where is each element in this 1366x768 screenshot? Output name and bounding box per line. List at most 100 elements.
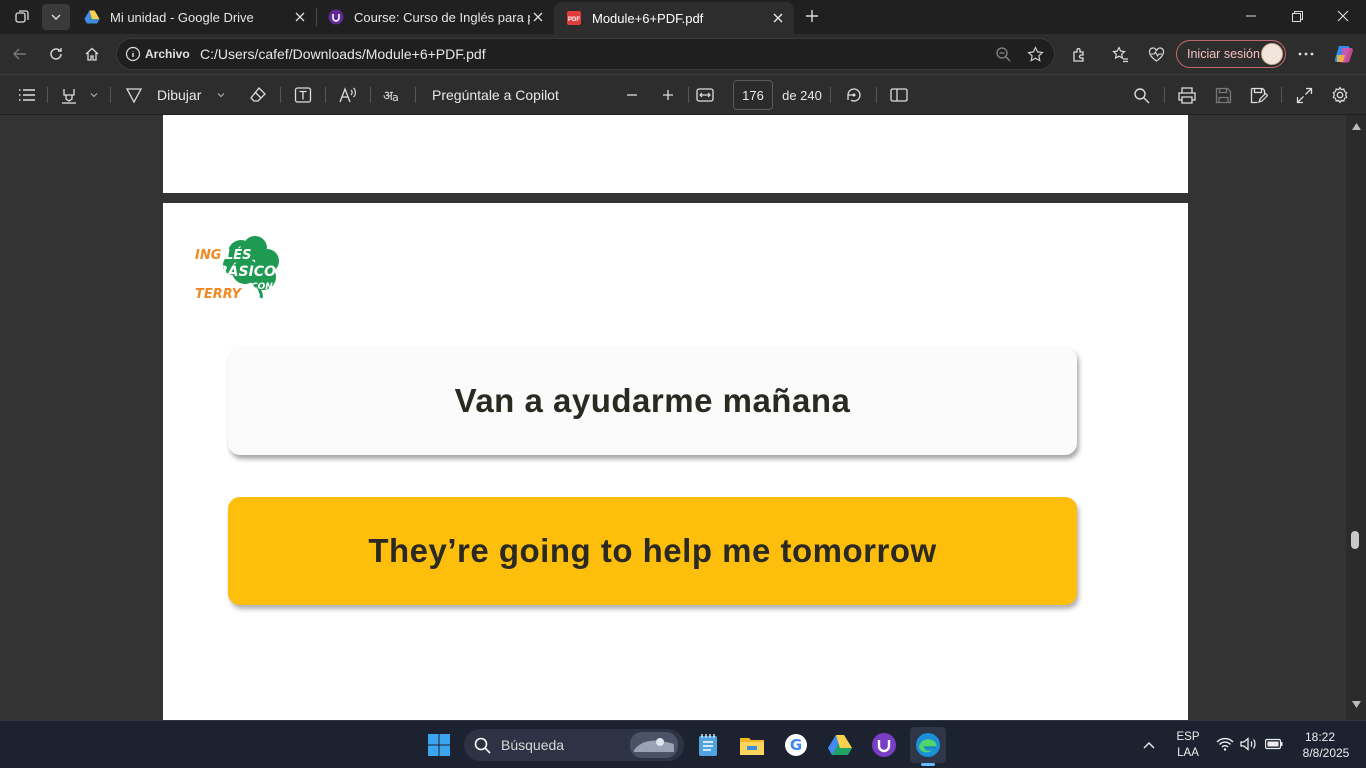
notepad-icon[interactable] xyxy=(690,727,726,763)
page-view-icon[interactable] xyxy=(887,81,911,109)
toolbar-divider xyxy=(688,87,689,103)
zoom-plus-icon[interactable] xyxy=(656,81,680,109)
vertical-scrollbar[interactable] xyxy=(1346,115,1366,720)
copilot-icon[interactable] xyxy=(1328,38,1360,70)
svg-text:a: a xyxy=(392,91,399,104)
udemy-app-icon[interactable] xyxy=(866,727,902,763)
svg-text:BÁSICO: BÁSICO xyxy=(217,263,276,280)
google-drive-icon[interactable] xyxy=(822,727,858,763)
url-text[interactable]: C:/Users/cafef/Downloads/Module+6+PDF.pd… xyxy=(200,46,486,62)
avatar xyxy=(1261,43,1283,65)
new-tab-plus-icon[interactable] xyxy=(800,4,824,28)
settings-gear-icon[interactable] xyxy=(1328,81,1352,109)
translate-icon[interactable]: अa xyxy=(381,81,405,109)
fullscreen-icon[interactable] xyxy=(1292,81,1316,109)
search-highlight-icon xyxy=(630,732,678,758)
close-tab-icon[interactable] xyxy=(530,9,546,25)
toolbar-divider xyxy=(1164,87,1165,103)
input-language-bottom[interactable]: LAA xyxy=(1172,747,1204,759)
search-icon xyxy=(474,737,491,754)
read-aloud-icon[interactable] xyxy=(336,81,360,109)
tab-label: Mi unidad - Google Drive xyxy=(110,9,254,25)
minimize-icon[interactable] xyxy=(1228,0,1274,32)
google-drive-icon xyxy=(84,10,100,24)
toolbar-divider xyxy=(110,87,111,103)
draw-label: Dibujar xyxy=(157,87,202,103)
highlight-icon[interactable] xyxy=(56,81,82,109)
tab-udemy-course[interactable]: Course: Curso de Inglés para principiant… xyxy=(316,2,554,32)
pdf-viewer[interactable]: ING LÉS BÁSICO CON TERRY Van a ayudarme … xyxy=(0,115,1366,720)
svg-text:PDF: PDF xyxy=(568,17,580,23)
eraser-icon[interactable] xyxy=(246,81,270,109)
more-options-icon[interactable] xyxy=(1290,38,1322,70)
english-sentence-card: They’re going to help me tomorrow xyxy=(228,497,1077,605)
address-bar[interactable]: Archivo C:/Users/cafef/Downloads/Module+… xyxy=(116,38,1055,70)
show-hidden-icons-chevron-icon[interactable] xyxy=(1134,727,1164,763)
browser-essentials-heart-icon[interactable] xyxy=(1140,38,1172,70)
scroll-down-arrow-icon[interactable] xyxy=(1352,701,1361,708)
tab-google-drive[interactable]: Mi unidad - Google Drive xyxy=(72,2,316,32)
search-placeholder: Búsqueda xyxy=(501,737,565,753)
active-app-indicator xyxy=(921,763,935,766)
toolbar-divider xyxy=(830,87,831,103)
draw-button[interactable]: Dibujar xyxy=(124,81,214,109)
wifi-icon[interactable] xyxy=(1216,737,1234,751)
tab-strip: Mi unidad - Google Drive Course: Curso d… xyxy=(0,0,1366,34)
add-text-icon[interactable] xyxy=(291,81,315,109)
extensions-puzzle-icon[interactable] xyxy=(1063,38,1095,70)
tab-actions-chevron-icon[interactable] xyxy=(42,4,70,30)
save-icon[interactable] xyxy=(1211,81,1235,109)
signin-button[interactable]: Iniciar sesión xyxy=(1176,40,1286,68)
restore-icon[interactable] xyxy=(1274,0,1320,32)
tab-label: Module+6+PDF.pdf xyxy=(592,10,704,26)
draw-dropdown-chevron-icon[interactable] xyxy=(213,81,229,109)
zoom-minus-icon[interactable] xyxy=(620,81,644,109)
battery-icon[interactable] xyxy=(1265,738,1283,750)
scroll-up-arrow-icon[interactable] xyxy=(1352,123,1361,130)
favorite-star-icon[interactable] xyxy=(1027,46,1044,63)
close-tab-icon[interactable] xyxy=(292,9,308,25)
pdf-icon: PDF xyxy=(567,11,581,25)
highlight-dropdown-chevron-icon[interactable] xyxy=(86,81,102,109)
back-arrow-icon[interactable] xyxy=(4,38,36,70)
page-number-input[interactable]: 176 xyxy=(733,80,773,110)
fit-to-width-icon[interactable] xyxy=(692,81,718,109)
favorites-icon[interactable] xyxy=(1104,38,1136,70)
file-explorer-icon[interactable] xyxy=(734,727,770,763)
microsoft-edge-icon[interactable] xyxy=(910,727,946,763)
ask-copilot-button[interactable]: Pregúntale a Copilot xyxy=(432,81,572,109)
clock-date[interactable]: 8/8/2025 xyxy=(1290,746,1362,760)
udemy-icon xyxy=(328,9,344,25)
ask-copilot-label: Pregúntale a Copilot xyxy=(432,87,559,103)
volume-icon[interactable] xyxy=(1240,737,1258,751)
tab-pdf-module[interactable]: PDF Module+6+PDF.pdf xyxy=(554,2,794,34)
rotate-icon[interactable] xyxy=(842,81,866,109)
zoom-out-icon[interactable] xyxy=(995,46,1011,62)
google-chrome-icon[interactable]: G xyxy=(778,727,814,763)
windows-start-icon[interactable] xyxy=(421,727,457,763)
refresh-icon[interactable] xyxy=(40,38,72,70)
close-window-icon[interactable] xyxy=(1320,0,1366,32)
spanish-sentence: Van a ayudarme mañana xyxy=(454,382,851,419)
contents-list-icon[interactable] xyxy=(14,81,40,109)
windows-taskbar: Búsqueda G ESP LAA 18:22 8/8/2025 xyxy=(0,720,1366,768)
close-tab-icon[interactable] xyxy=(770,10,786,26)
info-icon[interactable] xyxy=(125,46,141,62)
toolbar-divider xyxy=(876,87,877,103)
page-total: de 240 xyxy=(782,87,822,103)
navigation-bar: Archivo C:/Users/cafef/Downloads/Module+… xyxy=(0,34,1366,74)
taskbar-search[interactable]: Búsqueda xyxy=(464,729,684,761)
svg-text:ING: ING xyxy=(195,248,222,263)
toolbar-divider xyxy=(280,87,281,103)
workspaces-icon[interactable] xyxy=(8,4,36,30)
english-sentence: They’re going to help me tomorrow xyxy=(368,532,937,569)
scrollbar-thumb[interactable] xyxy=(1351,531,1359,549)
svg-text:TERRY: TERRY xyxy=(195,287,243,301)
clock-time[interactable]: 18:22 xyxy=(1290,730,1350,744)
search-icon[interactable] xyxy=(1129,81,1153,109)
print-icon[interactable] xyxy=(1175,81,1199,109)
tab-label: Course: Curso de Inglés para principiant… xyxy=(354,9,530,25)
save-as-icon[interactable] xyxy=(1247,81,1271,109)
input-language-top[interactable]: ESP xyxy=(1172,731,1204,743)
home-icon[interactable] xyxy=(76,38,108,70)
